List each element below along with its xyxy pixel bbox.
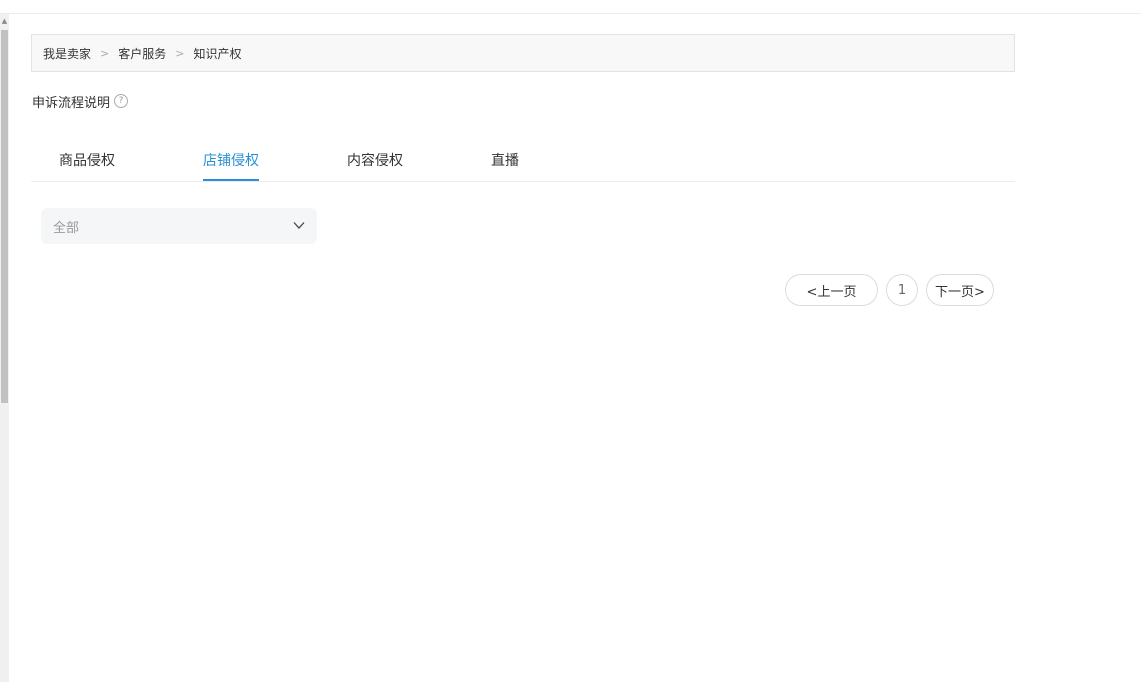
breadcrumb: 我是卖家 > 客户服务 > 知识产权 bbox=[31, 34, 1015, 72]
help-question-icon[interactable]: ? bbox=[114, 94, 129, 108]
breadcrumb-item-seller[interactable]: 我是卖家 bbox=[43, 45, 91, 62]
breadcrumb-separator: > bbox=[100, 46, 110, 60]
category-select[interactable]: 全部 bbox=[41, 208, 317, 244]
appeal-process-link[interactable]: 申诉流程说明 ? bbox=[32, 92, 129, 111]
breadcrumb-separator: > bbox=[175, 46, 185, 60]
top-strip bbox=[0, 0, 1141, 14]
tab-live-stream[interactable]: 直播 bbox=[491, 150, 519, 181]
tab-product-infringement[interactable]: 商品侵权 bbox=[59, 150, 115, 181]
category-select-value: 全部 bbox=[53, 220, 80, 236]
chevron-down-icon bbox=[293, 222, 305, 229]
breadcrumb-item-customer-service[interactable]: 客户服务 bbox=[118, 45, 166, 62]
tab-content-infringement[interactable]: 内容侵权 bbox=[347, 150, 403, 181]
prev-page-button[interactable]: <上一页 bbox=[785, 274, 878, 306]
tab-bar: 商品侵权 店铺侵权 内容侵权 直播 bbox=[31, 140, 1015, 182]
tab-store-infringement[interactable]: 店铺侵权 bbox=[203, 150, 259, 181]
scrollbar-thumb[interactable] bbox=[1, 30, 8, 403]
page-number-button[interactable]: 1 bbox=[886, 274, 918, 306]
appeal-process-label: 申诉流程说明 bbox=[32, 95, 111, 111]
next-page-button[interactable]: 下一页> bbox=[926, 274, 994, 306]
breadcrumb-item-ip: 知识产权 bbox=[193, 46, 242, 61]
scroll-up-arrow-icon[interactable]: ▲ bbox=[0, 15, 9, 27]
